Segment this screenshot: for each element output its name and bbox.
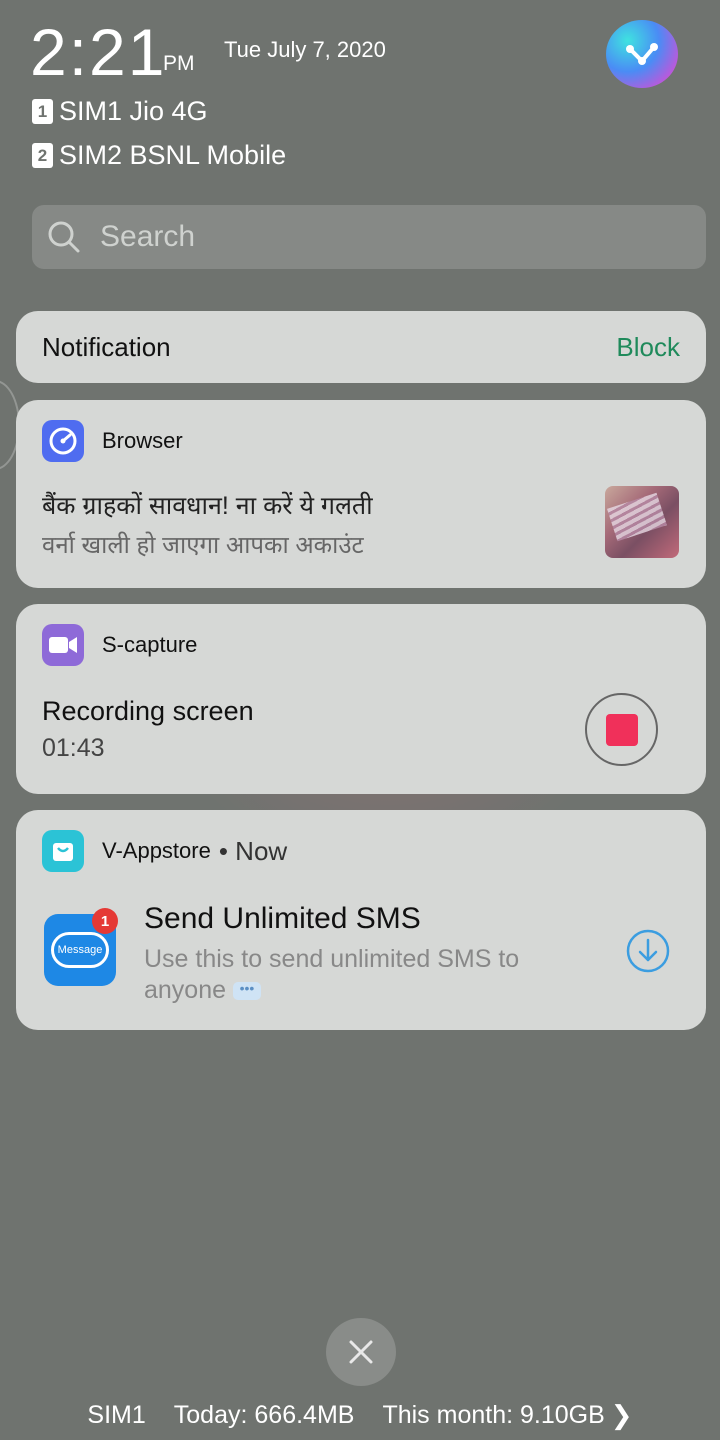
sim1-label: SIM1 Jio 4G [59, 96, 208, 126]
jovi-assistant-icon[interactable] [606, 20, 678, 88]
notification-title: Notification [42, 331, 171, 362]
clock-ampm: PM [163, 52, 195, 75]
search-icon [48, 221, 80, 253]
vappstore-app-name: V-Appstore [102, 838, 211, 863]
ellipsis-icon: ••• [232, 981, 261, 1001]
sim1-badge: 1 [32, 99, 53, 124]
unread-badge: 1 [92, 908, 118, 934]
vappstore-time: • Now [218, 835, 288, 866]
data-usage-bar[interactable]: SIM1 Today: 666.4MB This month: 9.10GB ❯ [0, 1395, 720, 1435]
search-bar[interactable]: Search [32, 205, 706, 269]
recording-elapsed: 01:43 [42, 734, 105, 762]
sms-description-text: Use this to send unlimited SMS to anyone [144, 945, 520, 1004]
search-placeholder: Search [100, 220, 196, 253]
sms-title: Send Unlimited SMS [144, 902, 421, 935]
date-label: Tue July 7, 2020 [224, 37, 386, 62]
scapture-notification[interactable]: S-capture Recording screen 01:43 [16, 604, 706, 794]
message-bubble-icon: Message [51, 932, 109, 968]
vappstore-notification[interactable]: V-Appstore • Now Message 1 Send Unlimite… [16, 810, 706, 1030]
browser-app-name: Browser [102, 428, 183, 453]
vappstore-time-value: Now [235, 835, 288, 866]
chevron-right-icon: ❯ [610, 1399, 633, 1430]
browser-notification[interactable]: Browser बैंक ग्राहकों सावधान! ना करें ये… [16, 400, 706, 588]
clear-all-button[interactable] [326, 1318, 396, 1386]
stop-icon [605, 713, 638, 746]
scapture-app-row: S-capture [42, 624, 197, 666]
notification-header: Notification Block [16, 311, 706, 383]
shopping-bag-icon [42, 830, 84, 872]
news-thumbnail [605, 486, 679, 558]
data-usage-sim: SIM1 [87, 1400, 146, 1429]
sim1-status: 1 SIM1 Jio 4G [32, 96, 208, 127]
data-usage-month: This month: 9.10GB [382, 1400, 605, 1429]
browser-headline: बैंक ग्राहकों सावधान! ना करें ये गलती [42, 492, 373, 520]
download-button[interactable] [625, 928, 671, 979]
close-icon [349, 1340, 373, 1364]
scapture-app-name: S-capture [102, 632, 198, 657]
download-icon [626, 929, 670, 973]
recording-title: Recording screen [42, 696, 254, 726]
sim2-status: 2 SIM2 BSNL Mobile [32, 140, 286, 171]
data-usage-today: Today: 666.4MB [173, 1400, 355, 1429]
sim2-badge: 2 [32, 143, 53, 168]
vappstore-app-row: V-Appstore • Now [42, 830, 287, 872]
sms-description: Use this to send unlimited SMS to anyone… [144, 944, 564, 1006]
sim2-label: SIM2 BSNL Mobile [59, 140, 287, 170]
stop-recording-button[interactable] [585, 693, 658, 766]
video-camera-icon [42, 624, 84, 666]
block-button[interactable]: Block [616, 332, 680, 363]
clock-time: 2:21 [30, 15, 167, 89]
browser-app-row: Browser [42, 420, 183, 462]
compass-icon [42, 420, 84, 462]
browser-subline: वर्ना खाली हो जाएगा आपका अकाउंट [42, 532, 364, 559]
message-app-icon: Message 1 [44, 908, 118, 986]
